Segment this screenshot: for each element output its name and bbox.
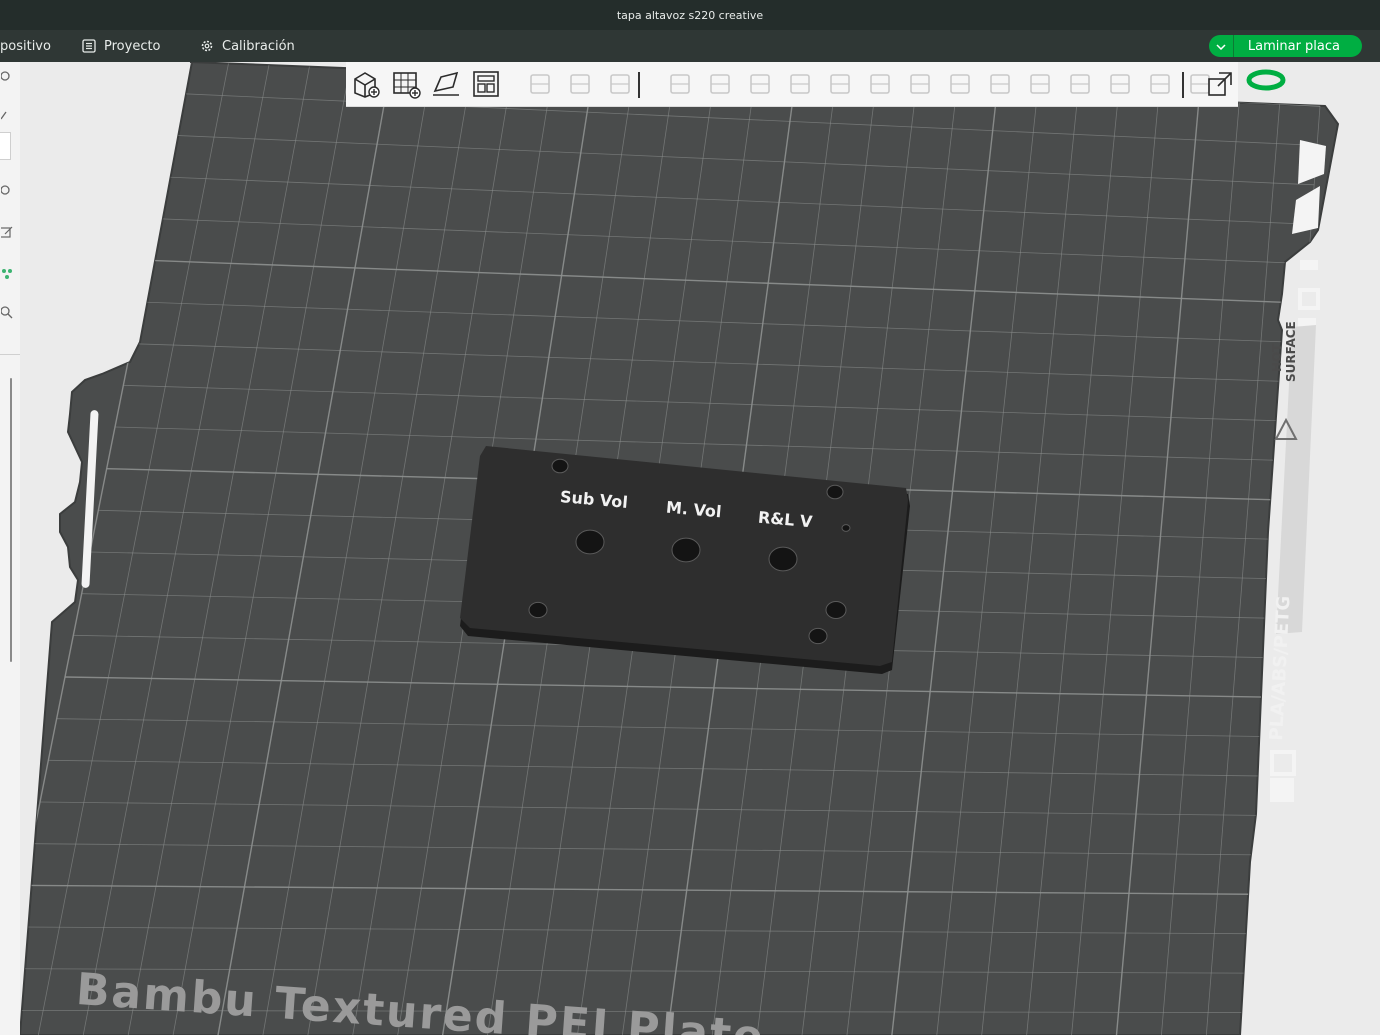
calibration-gear-icon [200, 39, 214, 53]
add-plate-icon[interactable] [390, 68, 422, 100]
menu-item-label: Calibración [222, 38, 295, 54]
side-scrollbar[interactable] [10, 378, 12, 662]
support-paint-icon[interactable] [944, 68, 976, 100]
mounting-hole [575, 529, 605, 555]
slice-plate-button[interactable]: Laminar placa [1233, 35, 1362, 57]
bambu-logo-icon [1270, 778, 1294, 802]
mounting-hole [768, 546, 798, 572]
copy-icon[interactable] [524, 68, 556, 100]
nodes-icon[interactable] [0, 266, 16, 282]
search-icon[interactable] [0, 304, 16, 320]
menu-item-device[interactable]: positivo [0, 30, 51, 62]
plate-orientation-icon [1298, 260, 1320, 328]
mounting-hole [671, 537, 701, 563]
window-title: tapa altavoz s220 creative [616, 8, 764, 22]
auto-orient-icon[interactable] [430, 68, 462, 100]
measure-icon[interactable] [1064, 68, 1096, 100]
side-panel [0, 62, 21, 1035]
arrange-icon[interactable] [470, 68, 502, 100]
split-parts-icon[interactable] [904, 68, 936, 100]
add-cube-icon[interactable] [350, 68, 382, 100]
cut-icon[interactable] [824, 68, 856, 100]
settings-icon[interactable] [0, 68, 16, 84]
seam-paint-icon[interactable] [984, 68, 1016, 100]
menu-item-project[interactable]: Proyecto [82, 30, 161, 62]
text-icon[interactable] [1024, 68, 1056, 100]
split-objects-icon[interactable] [864, 68, 896, 100]
plate-qr-icon [1270, 750, 1296, 776]
mounting-hole [528, 601, 548, 619]
mounting-hole [551, 458, 569, 474]
export-view-icon[interactable] [1204, 68, 1236, 100]
filament-icon[interactable] [1246, 68, 1286, 91]
delete-icon[interactable] [604, 68, 636, 100]
mounting-hole [826, 484, 844, 500]
plate-label-hot: HOT [1270, 343, 1284, 372]
mounting-hole [825, 601, 847, 619]
slice-dropdown-button[interactable] [1208, 35, 1234, 57]
scale-icon[interactable] [744, 68, 776, 100]
brim-ear-icon[interactable] [1144, 68, 1176, 100]
paste-icon[interactable] [564, 68, 596, 100]
mounting-hole [808, 627, 828, 645]
slice-button-group: Laminar placa [1208, 35, 1362, 57]
side-field[interactable] [0, 132, 11, 160]
rotate-icon[interactable] [704, 68, 736, 100]
main-toolbar [346, 62, 1238, 107]
toolbar-separator [1182, 72, 1184, 98]
build-plate-canvas[interactable] [20, 62, 1380, 1035]
title-bar: tapa altavoz s220 creative [0, 0, 1380, 30]
settings-icon[interactable] [0, 182, 16, 198]
toolbar-separator [638, 72, 640, 98]
project-list-icon [82, 39, 96, 53]
chevron-down-icon [1216, 39, 1226, 54]
edit-icon[interactable] [0, 224, 16, 240]
menu-item-label: positivo [0, 38, 51, 54]
3d-viewport[interactable]: Sub Vol M. Vol R&L V HOT SURFACE PLA/ABS… [20, 62, 1380, 1035]
menu-item-calibration[interactable]: Calibración [200, 30, 295, 62]
mounting-hole [841, 524, 851, 532]
menu-item-label: Proyecto [104, 38, 161, 54]
lay-on-face-icon[interactable] [784, 68, 816, 100]
edit-icon[interactable] [0, 106, 16, 122]
menu-bar: positivo Proyecto Calibración Laminar pl… [0, 30, 1380, 84]
assembly-icon[interactable] [1104, 68, 1136, 100]
plate-label-surface: SURFACE [1284, 321, 1298, 382]
divider [0, 354, 20, 355]
move-icon[interactable] [664, 68, 696, 100]
